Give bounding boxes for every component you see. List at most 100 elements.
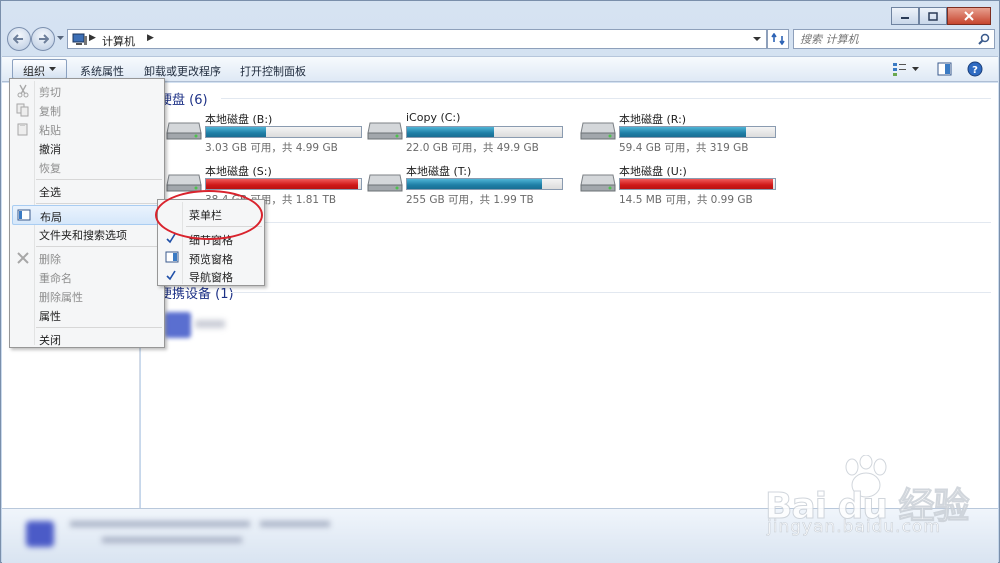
drive-usage-bar (205, 178, 362, 190)
search-input[interactable] (800, 32, 970, 46)
breadcrumb-separator-icon[interactable]: ▶ (147, 33, 154, 43)
submenu-item-navigation-pane[interactable]: 导航窗格 (160, 266, 264, 285)
submenu-item-label: 导航窗格 (189, 271, 233, 284)
drive-space: 59.4 GB 可用，共 319 GB (619, 142, 749, 154)
menu-item-cut[interactable]: 剪切 (12, 81, 162, 101)
menu-item-redo[interactable]: 恢复 (12, 157, 162, 177)
change-view-icon[interactable] (892, 61, 922, 77)
menu-item-delete[interactable]: 删除 (12, 248, 162, 268)
drive-name: iCopy (C:) (406, 111, 461, 124)
hard-drive-icon (367, 174, 403, 192)
maximize-button[interactable] (919, 7, 947, 25)
menu-separator (36, 327, 162, 328)
forward-button[interactable] (31, 27, 55, 51)
device-icon (26, 521, 54, 547)
organize-label: 组织 (23, 65, 45, 78)
menu-item-rename[interactable]: 重命名 (12, 267, 162, 287)
drive-space: 255 GB 可用，共 1.99 TB (406, 194, 534, 206)
menu-item-label: 关闭 (39, 334, 61, 347)
recent-pages-dropdown-icon[interactable] (57, 36, 64, 41)
drive-item[interactable]: 本地磁盘 (R:) 59.4 GB 可用，共 319 GB (579, 111, 789, 154)
menu-item-paste[interactable]: 粘贴 (12, 119, 162, 139)
menu-item-remove-properties[interactable]: 删除属性 (12, 286, 162, 306)
menu-item-label: 重命名 (39, 272, 72, 285)
hard-drive-icon (580, 122, 616, 140)
drive-name: 本地磁盘 (T:) (406, 165, 472, 178)
drive-usage-fill (206, 179, 358, 189)
forward-arrow-icon (39, 34, 49, 44)
drive-item[interactable]: iCopy (C:) 22.0 GB 可用，共 49.9 GB (366, 111, 576, 154)
menu-item-copy[interactable]: 复制 (12, 100, 162, 120)
organize-menu: 剪切 复制 粘贴 撤消 恢复 全选 布局 文件夹和搜索选项 删除 重命名 删除属… (9, 78, 167, 349)
address-dropdown-icon[interactable] (753, 37, 761, 42)
menu-item-label: 复制 (39, 105, 61, 118)
clipboard-icon (17, 123, 28, 136)
breadcrumb-separator-icon[interactable]: ▶ (89, 33, 96, 43)
drive-usage-bar (619, 178, 776, 190)
drive-space: 14.5 MB 可用，共 0.99 GB (619, 194, 753, 206)
layout-icon (17, 209, 31, 221)
copy-icon (16, 103, 29, 117)
preview-pane-icon (165, 251, 179, 263)
group-divider (221, 98, 991, 99)
organize-button[interactable]: 组织 (12, 59, 67, 79)
uninstall-program-button[interactable]: 卸载或更改程序 (144, 63, 221, 79)
menu-item-properties[interactable]: 属性 (12, 305, 162, 325)
menu-item-label: 属性 (39, 310, 61, 323)
maximize-icon (928, 11, 938, 21)
scissors-icon (17, 84, 29, 98)
portable-device-icon[interactable] (165, 312, 191, 338)
close-icon (964, 11, 974, 21)
minimize-icon (901, 17, 909, 19)
menu-item-undo[interactable]: 撤消 (12, 138, 162, 158)
drive-usage-bar (406, 126, 563, 138)
menu-item-close[interactable]: 关闭 (12, 329, 162, 349)
menu-item-select-all[interactable]: 全选 (12, 181, 162, 201)
menu-item-label: 恢复 (39, 162, 61, 175)
open-control-panel-button[interactable]: 打开控制面板 (240, 63, 306, 79)
address-bar[interactable]: ▶ 计算机 ▶ (67, 29, 767, 49)
hard-drive-icon (166, 174, 202, 192)
hard-drive-icon (367, 122, 403, 140)
drive-usage-fill (620, 179, 774, 189)
close-button[interactable] (947, 7, 991, 25)
drive-item[interactable]: 本地磁盘 (B:) 3.03 GB 可用，共 4.99 GB (165, 111, 375, 154)
details-redacted (260, 521, 330, 527)
drive-usage-fill (407, 127, 494, 137)
menu-item-label: 布局 (40, 211, 62, 224)
refresh-button[interactable] (767, 29, 789, 49)
menu-item-layout[interactable]: 布局 (12, 205, 167, 225)
drive-usage-bar (205, 126, 362, 138)
window-controls (891, 7, 991, 25)
breadcrumb-computer[interactable]: 计算机 (102, 33, 135, 49)
checkmark-icon (166, 270, 176, 281)
menu-separator (36, 203, 162, 204)
back-arrow-icon (13, 34, 23, 44)
system-properties-button[interactable]: 系统属性 (80, 63, 124, 79)
group-header-hard-disks[interactable]: 硬盘 (6) (159, 89, 208, 108)
menu-item-label: 全选 (39, 186, 61, 199)
back-button[interactable] (7, 27, 31, 51)
delete-x-icon (17, 252, 29, 264)
submenu-item-preview-pane[interactable]: 预览窗格 (160, 248, 264, 267)
drive-name: 本地磁盘 (R:) (619, 113, 687, 126)
search-box[interactable] (793, 29, 995, 49)
drive-usage-fill (407, 179, 542, 189)
hard-drive-icon (166, 122, 202, 140)
drive-name: 本地磁盘 (S:) (205, 165, 272, 178)
submenu-item-label: 预览窗格 (189, 253, 233, 266)
group-divider (261, 222, 991, 223)
help-icon[interactable]: ? (967, 61, 983, 77)
drive-item[interactable]: 本地磁盘 (U:) 14.5 MB 可用，共 0.99 GB (579, 163, 789, 206)
group-divider (231, 292, 991, 293)
menu-item-folder-options[interactable]: 文件夹和搜索选项 (12, 224, 162, 244)
preview-pane-icon[interactable] (937, 61, 953, 77)
minimize-button[interactable] (891, 7, 919, 25)
drive-name: 本地磁盘 (B:) (205, 113, 273, 126)
drive-item[interactable]: 本地磁盘 (T:) 255 GB 可用，共 1.99 TB (366, 163, 576, 206)
search-icon[interactable] (978, 33, 990, 45)
drive-space: 3.03 GB 可用，共 4.99 GB (205, 142, 338, 154)
drive-usage-fill (620, 127, 746, 137)
menu-item-label: 文件夹和搜索选项 (39, 229, 127, 242)
drive-usage-bar (619, 126, 776, 138)
